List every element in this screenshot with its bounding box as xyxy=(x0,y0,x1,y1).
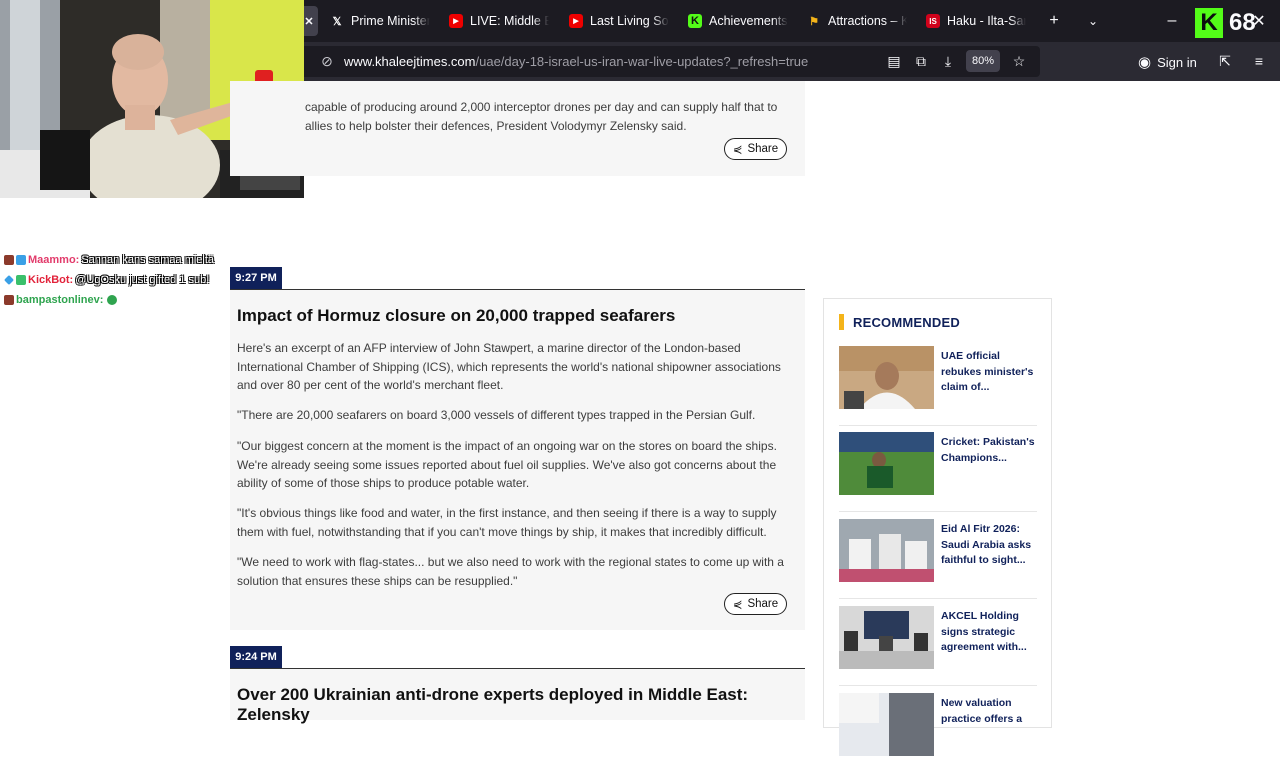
chat-username: bampastonlinev: xyxy=(16,294,104,306)
sign-in-label: Sign in xyxy=(1157,54,1197,70)
recommended-item[interactable]: Cricket: Pakistan's Champions... xyxy=(839,432,1037,512)
recommended-title: RECOMMENDED xyxy=(853,314,960,330)
recommended-thumbnail[interactable] xyxy=(839,432,934,495)
tab-live-middle-east[interactable]: ▶ LIVE: Middle Ea xyxy=(449,6,549,36)
recommended-sidebar: RECOMMENDED UAE official rebukes ministe… xyxy=(823,298,1052,756)
chat-message: bampastonlinev: xyxy=(4,290,229,310)
divider xyxy=(839,425,1037,426)
post-time-badge: 9:27 PM xyxy=(230,267,282,289)
badge-icon xyxy=(4,255,14,265)
account-icon: ◉ xyxy=(1138,54,1152,71)
post-paragraph: Here's an excerpt of an AFP interview of… xyxy=(237,341,781,392)
post-paragraph: "There are 20,000 seafarers on board 3,0… xyxy=(237,408,756,422)
recommended-item[interactable]: UAE official rebukes minister's claim of… xyxy=(839,346,1037,426)
tab-last-living-soul[interactable]: ▶ Last Living Soul xyxy=(569,6,669,36)
tab-haku-ilta-sanomat[interactable]: IS Haku - Ilta-Sano xyxy=(926,6,1026,36)
share-button[interactable]: ⋞ Share xyxy=(724,593,787,615)
recommended-title-link[interactable]: Cricket: Pakistan's Champions... xyxy=(941,435,1036,466)
kick-icon: K xyxy=(688,14,702,28)
download-icon[interactable]: ⤓ xyxy=(939,52,957,70)
minimize-icon[interactable]: – xyxy=(1161,10,1183,32)
chevron-down-icon[interactable]: ⌄ xyxy=(1082,10,1104,32)
chat-message: Maammo: Sannan kans samaa mieltä xyxy=(4,250,229,270)
tab-label: LIVE: Middle Ea xyxy=(470,14,549,28)
tab-label: Attractions – Ki xyxy=(828,14,907,28)
badge-icon xyxy=(16,275,26,285)
recommended-title-link[interactable]: UAE official rebukes minister's claim of… xyxy=(941,349,1036,396)
divider xyxy=(839,598,1037,599)
tab-label: Last Living Soul xyxy=(590,14,669,28)
recommended-thumbnail[interactable] xyxy=(839,693,934,756)
previous-post-text: capable of producing around 2,000 interc… xyxy=(305,100,778,133)
badge-icon xyxy=(16,255,26,265)
share-icon: ⋞ xyxy=(732,144,743,156)
post-paragraph: "We need to work with flag-states... but… xyxy=(237,555,784,588)
recommended-thumbnail[interactable] xyxy=(839,606,934,669)
badge-icon xyxy=(4,295,14,305)
post-time-badge: 9:24 PM xyxy=(230,646,282,668)
url-text[interactable]: www.khaleejtimes.com/uae/day-18-israel-u… xyxy=(344,54,808,69)
recommended-title-link[interactable]: Eid Al Fitr 2026: Saudi Arabia asks fait… xyxy=(941,522,1036,569)
extensions-icon[interactable]: ⇱ xyxy=(1216,52,1234,70)
youtube-icon: ▶ xyxy=(569,14,583,28)
url-path: /uae/day-18-israel-us-iran-war-live-upda… xyxy=(475,54,809,69)
share-icon: ⋞ xyxy=(732,599,743,611)
share-button[interactable]: ⋞ Share xyxy=(724,138,787,160)
x-icon: 𝕏 xyxy=(332,15,342,28)
recommended-title-link[interactable]: AKCEL Holding signs strategic agreement … xyxy=(941,609,1036,656)
chat-text: @UgOsku just gifted 1 sub! xyxy=(75,274,210,286)
share-label: Share xyxy=(747,143,779,155)
recommended-item[interactable]: AKCEL Holding signs strategic agreement … xyxy=(839,606,1037,686)
divider xyxy=(839,511,1037,512)
tab-attractions[interactable]: ⚑ Attractions – Ki xyxy=(807,6,907,36)
recommended-item[interactable]: New valuation practice offers a xyxy=(839,693,1037,773)
recommended-heading: RECOMMENDED xyxy=(839,314,960,330)
post-headline[interactable]: Over 200 Ukrainian anti-drone experts de… xyxy=(237,685,797,725)
post-paragraph: "It's obvious things like food and water… xyxy=(237,506,777,539)
post-paragraph: "Our biggest concern at the moment is th… xyxy=(237,439,777,490)
tab-label: Prime Minister xyxy=(351,14,430,28)
youtube-icon: ▶ xyxy=(449,14,463,28)
recommended-title-link[interactable]: New valuation practice offers a xyxy=(941,696,1036,727)
tab-achievements[interactable]: K Achievements xyxy=(688,6,788,36)
sign-in-button[interactable]: ◉ Sign in xyxy=(1138,50,1197,74)
menu-icon[interactable]: ≡ xyxy=(1250,52,1268,70)
new-tab-icon[interactable]: + xyxy=(1043,10,1065,32)
tab-label: Haku - Ilta-Sano xyxy=(947,14,1026,28)
is-icon: IS xyxy=(926,14,940,28)
chat-text: Sannan kans samaa mieltä xyxy=(81,254,215,266)
recommended-item[interactable]: Eid Al Fitr 2026: Saudi Arabia asks fait… xyxy=(839,519,1037,599)
recommended-thumbnail[interactable] xyxy=(839,519,934,582)
badge-icon xyxy=(4,275,14,285)
kick-logo-icon: K xyxy=(1195,8,1223,38)
chat-username: KickBot: xyxy=(28,274,74,286)
tab-label: Achievements xyxy=(709,14,788,28)
chat-username: Maammo: xyxy=(28,254,80,266)
picture-in-picture-icon[interactable]: ⧉ xyxy=(912,52,930,70)
close-icon[interactable]: ✕ xyxy=(302,14,316,28)
post-headline[interactable]: Impact of Hormuz closure on 20,000 trapp… xyxy=(237,306,797,326)
viewer-count: 68 xyxy=(1229,9,1256,36)
emote-icon xyxy=(107,295,118,305)
zoom-level[interactable]: 80% xyxy=(966,50,1000,72)
reader-view-icon[interactable]: ▤ xyxy=(885,52,903,70)
accent-bar xyxy=(839,314,844,330)
url-domain: www.khaleejtimes.com xyxy=(344,54,476,69)
stream-chat-overlay: Maammo: Sannan kans samaa mieltä KickBot… xyxy=(4,250,229,310)
tracking-protection-icon[interactable]: ⊘ xyxy=(318,52,336,70)
share-label: Share xyxy=(747,598,779,610)
flag-icon: ⚑ xyxy=(809,15,819,28)
bookmark-star-icon[interactable]: ☆ xyxy=(1010,52,1028,70)
divider xyxy=(839,685,1037,686)
kick-viewer-counter: K 68 xyxy=(1195,8,1256,38)
recommended-thumbnail[interactable] xyxy=(839,346,934,409)
chat-message: KickBot: @UgOsku just gifted 1 sub! xyxy=(4,270,229,290)
tab-prime-minister[interactable]: 𝕏 Prime Minister xyxy=(330,6,430,36)
